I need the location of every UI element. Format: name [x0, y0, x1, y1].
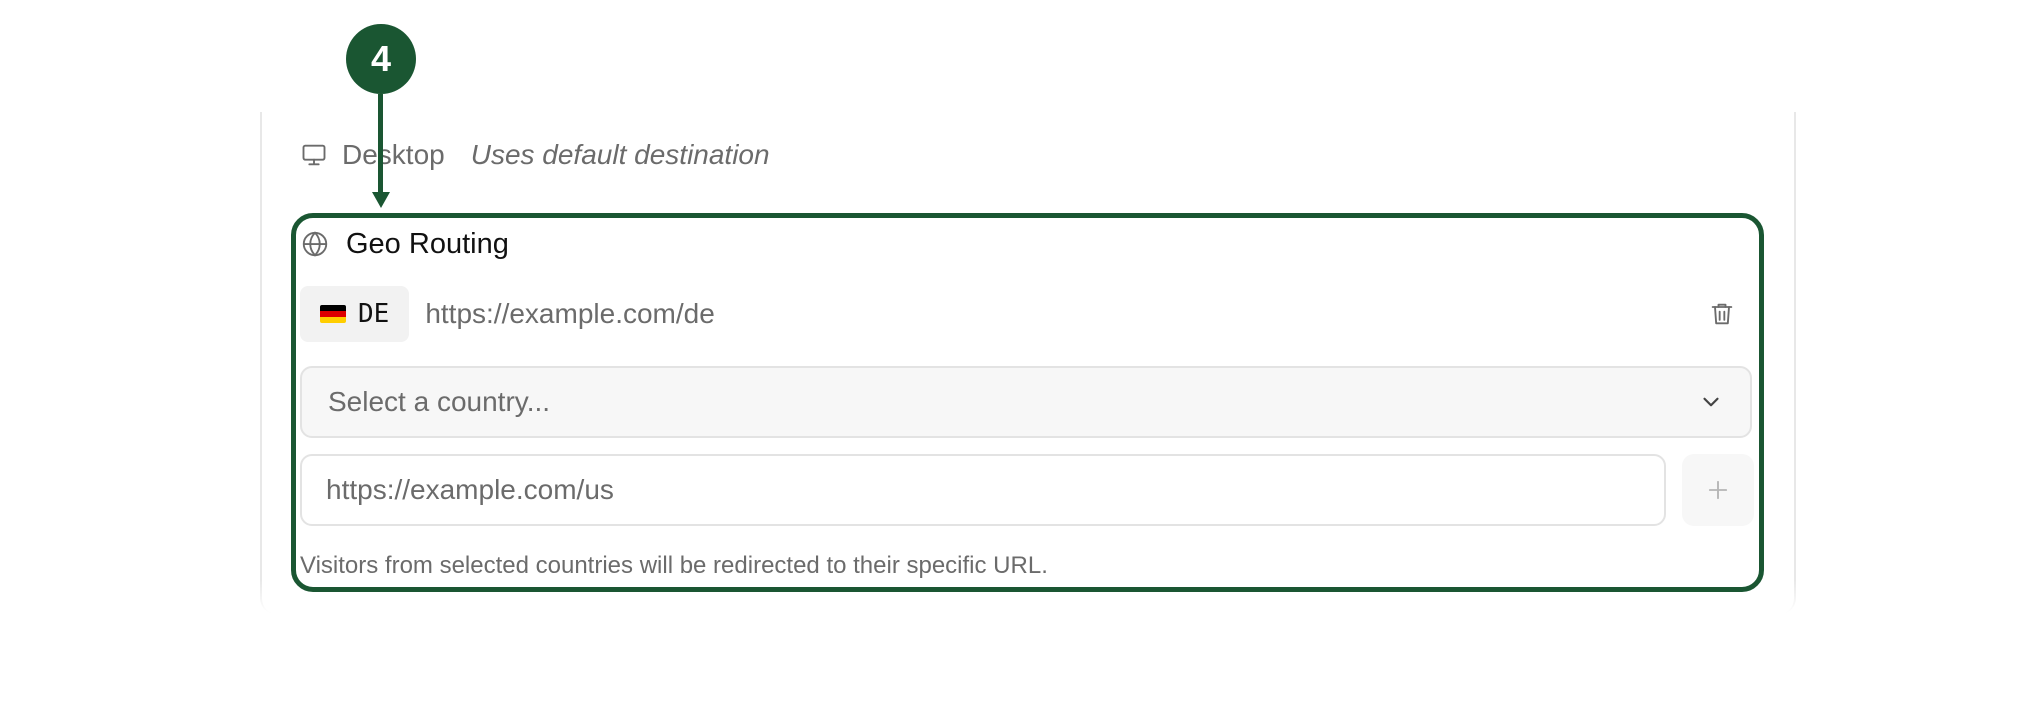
geo-routing-title: Geo Routing: [346, 227, 509, 260]
country-code: DE: [358, 299, 390, 329]
add-route-button[interactable]: [1682, 454, 1754, 526]
delete-route-button[interactable]: [1702, 294, 1742, 334]
country-select-placeholder: Select a country...: [328, 386, 551, 417]
globe-icon: [302, 231, 328, 257]
step-badge: 4: [346, 24, 416, 94]
trash-icon: [1711, 303, 1733, 325]
annotation-arrow-line: [378, 94, 383, 194]
geo-routing-header: Geo Routing: [300, 224, 509, 264]
country-chip: DE: [300, 286, 410, 342]
monitor-icon: [302, 144, 326, 166]
route-url: https://example.com/de: [425, 298, 715, 329]
chevron-down-icon: [1703, 397, 1719, 407]
desktop-destination-note: Uses default destination: [470, 139, 770, 170]
desktop-label: Desktop: [342, 139, 445, 170]
route-url-input[interactable]: [300, 454, 1666, 526]
geo-routing-help-text: Visitors from selected countries will be…: [300, 552, 1048, 579]
country-select[interactable]: Select a country...: [300, 366, 1752, 438]
geo-route-entry: DE https://example.com/de: [300, 286, 1742, 342]
de-flag-icon: [320, 305, 346, 323]
annotation-arrow-head: [372, 192, 390, 208]
desktop-row: Desktop Uses default destination: [300, 132, 770, 178]
plus-icon: [1708, 480, 1728, 500]
